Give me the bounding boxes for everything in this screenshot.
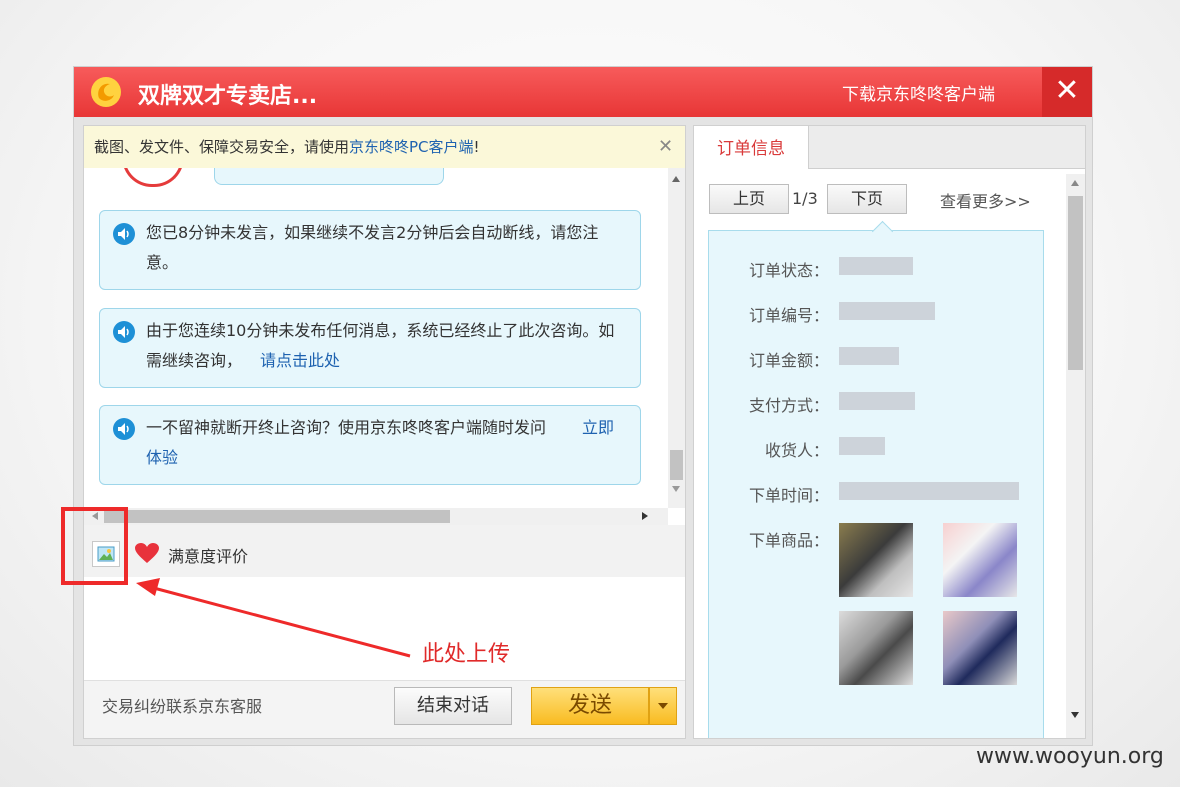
- notice-bar: 截图、发文件、保障交易安全，请使用京东咚咚PC客户端! ✕: [84, 126, 685, 169]
- chat-footer: 交易纠纷联系京东客服 结束对话 发送: [84, 680, 685, 738]
- speaker-icon: [113, 418, 135, 440]
- redacted-value: [839, 257, 913, 275]
- satisfaction-rating-link[interactable]: 满意度评价: [168, 543, 248, 567]
- scroll-thumb[interactable]: [104, 510, 450, 523]
- avatar: [122, 168, 184, 187]
- order-panel: 订单信息 上页 1/3 下页 查看更多>> 订单状态： 订单编号： 订单金额： …: [693, 125, 1086, 739]
- redacted-value: [839, 437, 885, 455]
- redacted-value: [839, 482, 1019, 500]
- heart-icon[interactable]: [134, 542, 160, 564]
- product-thumbnail[interactable]: [839, 523, 913, 597]
- notice-text: 截图、发文件、保障交易安全，请使用: [94, 138, 350, 156]
- speaker-icon: [113, 223, 135, 245]
- close-button[interactable]: ✕: [1042, 67, 1092, 117]
- pc-client-link[interactable]: 京东咚咚PC客户端: [349, 138, 474, 156]
- send-button[interactable]: 发送: [531, 687, 649, 725]
- order-number-label: 订单编号：: [748, 306, 829, 325]
- close-icon: ✕: [1054, 73, 1080, 108]
- system-message: 由于您连续10分钟未发布任何消息，系统已经终止了此次咨询。如需继续咨询， 请点击此…: [99, 308, 641, 388]
- message-input[interactable]: [84, 577, 685, 680]
- order-info-box: 订单状态： 订单编号： 订单金额： 支付方式： 收货人： 下单时间： 下单商品：: [708, 220, 1044, 738]
- order-tabs: 订单信息: [694, 126, 1085, 169]
- scroll-right-icon[interactable]: [642, 512, 648, 520]
- scroll-up-icon[interactable]: [672, 176, 680, 182]
- chat-horizontal-scrollbar[interactable]: [84, 508, 668, 525]
- prev-page-button[interactable]: 上页: [709, 184, 789, 214]
- chat-panel: 截图、发文件、保障交易安全，请使用京东咚咚PC客户端! ✕ 谢谢 您已8分钟未发…: [83, 125, 686, 739]
- next-page-button[interactable]: 下页: [827, 184, 907, 214]
- scroll-thumb[interactable]: [670, 450, 683, 480]
- order-time-label: 下单时间：: [748, 486, 829, 505]
- view-more-link[interactable]: 查看更多>>: [940, 188, 1031, 212]
- watermark: www.wooyun.org: [976, 744, 1164, 769]
- order-status-label: 订单状态：: [748, 261, 829, 280]
- chat-toolbar: 满意度评价: [84, 525, 685, 578]
- system-message-text: 由于您连续10分钟未发布任何消息，系统已经终止了此次咨询。如需继续咨询，: [146, 321, 615, 370]
- order-amount-label: 订单金额：: [748, 351, 829, 370]
- download-client-link[interactable]: 下载京东咚咚客户端: [842, 80, 995, 105]
- redacted-value: [839, 347, 899, 365]
- chat-window: 双牌双才专卖店... 下载京东咚咚客户端 ✕ 截图、发文件、保障交易安全，请使用…: [73, 66, 1093, 746]
- order-items-label: 下单商品：: [748, 531, 829, 550]
- product-thumbnail[interactable]: [839, 611, 913, 685]
- annotation-highlight-box: [61, 507, 128, 585]
- click-here-link[interactable]: 请点击此处: [260, 351, 340, 370]
- chat-vertical-scrollbar[interactable]: [668, 168, 685, 508]
- annotation-label: 此处上传: [422, 642, 511, 667]
- product-thumbnail[interactable]: [943, 611, 1017, 685]
- notice-tail: !: [473, 138, 480, 156]
- dispute-contact-text[interactable]: 交易纠纷联系京东客服: [102, 693, 262, 717]
- system-message-text: 您已8分钟未发言，如果继续不发言2分钟后会自动断线，请您注意。: [146, 223, 599, 272]
- message-list: 谢谢 您已8分钟未发言，如果继续不发言2分钟后会自动断线，请您注意。 由于您连续…: [84, 168, 668, 508]
- speaker-icon: [113, 321, 135, 343]
- notice-close-icon[interactable]: ✕: [658, 126, 673, 168]
- system-message-text: 一不留神就断开终止咨询？使用京东咚咚客户端随时发问: [146, 418, 547, 437]
- order-vertical-scrollbar[interactable]: [1066, 174, 1085, 738]
- recipient-label: 收货人：: [764, 441, 829, 460]
- system-message: 您已8分钟未发言，如果继续不发言2分钟后会自动断线，请您注意。: [99, 210, 641, 290]
- scroll-thumb[interactable]: [1068, 196, 1083, 370]
- payment-method-label: 支付方式：: [748, 396, 829, 415]
- system-message: 一不留神就断开终止咨询？使用京东咚咚客户端随时发问 立即体验: [99, 405, 641, 485]
- shop-title: 双牌双才专卖店...: [138, 84, 318, 109]
- redacted-value: [839, 392, 915, 410]
- chevron-down-icon: [658, 703, 668, 709]
- send-options-button[interactable]: [649, 687, 677, 725]
- scroll-up-icon[interactable]: [1071, 180, 1079, 186]
- product-thumbnail[interactable]: [943, 523, 1017, 597]
- scroll-down-icon[interactable]: [1071, 712, 1079, 718]
- scroll-down-icon[interactable]: [672, 486, 680, 492]
- page-count: 1/3: [792, 189, 818, 208]
- order-pager: 上页 1/3 下页 查看更多>>: [694, 168, 1064, 218]
- redacted-value: [839, 302, 935, 320]
- jd-dongdong-logo-icon: [91, 77, 121, 107]
- tab-order-info[interactable]: 订单信息: [694, 126, 809, 169]
- partial-message-bubble: 谢谢: [214, 168, 444, 185]
- title-bar: 双牌双才专卖店... 下载京东咚咚客户端 ✕: [74, 67, 1092, 117]
- end-chat-button[interactable]: 结束对话: [394, 687, 512, 725]
